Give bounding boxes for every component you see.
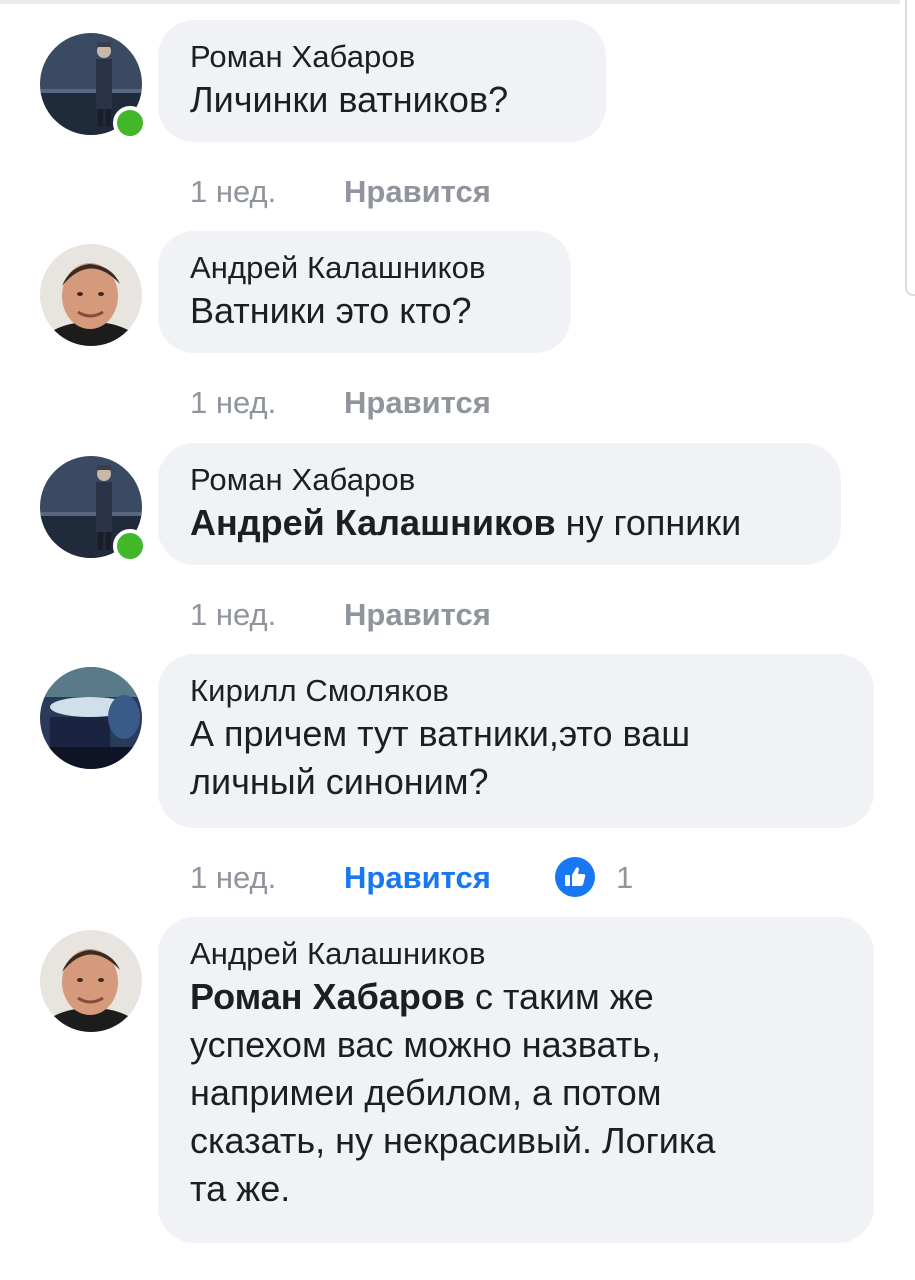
comment-bubble[interactable]: Роман Хабаров Андрей Калашников ну гопни… [158, 443, 841, 565]
top-divider [0, 0, 900, 4]
mention-link[interactable]: Андрей Калашников [190, 502, 556, 543]
avatar[interactable] [40, 244, 142, 346]
reaction-count[interactable]: 1 [616, 860, 633, 896]
like-button[interactable]: Нравится [344, 385, 491, 420]
comment-text: Ватники это кто? [190, 290, 472, 331]
online-status-indicator [113, 106, 147, 140]
comment-text-line: та же. [190, 1168, 291, 1209]
comment-meta: 1 нед. Нравится [190, 860, 491, 896]
comment-meta: 1 нед. Нравится [190, 597, 491, 633]
scrollbar-edge[interactable] [905, 0, 915, 296]
avatar[interactable] [40, 930, 142, 1032]
comment-bubble[interactable]: Андрей Калашников Ватники это кто? [158, 231, 571, 353]
mention-link[interactable]: Роман Хабаров [190, 976, 465, 1017]
comment-author[interactable]: Роман Хабаров [190, 38, 574, 76]
comment-text-line: сказать, ну некрасивый. Логика [190, 1120, 716, 1161]
comment-text-line: А причем тут ватники,это ваш [190, 713, 691, 754]
comment-author[interactable]: Роман Хабаров [190, 461, 809, 499]
comment-text: Личинки ватников? [190, 79, 509, 120]
comment-text-line: напримеи дебилом, а потом [190, 1072, 662, 1113]
comment-text-line: Роман Хабаров с таким же [190, 976, 654, 1017]
like-button[interactable]: Нравится [344, 597, 491, 632]
comment-text-line: личный синоним? [190, 761, 489, 802]
comment-text-line: успехом вас можно назвать, [190, 1024, 661, 1065]
comment-author[interactable]: Андрей Калашников [190, 935, 842, 973]
comment-timestamp[interactable]: 1 нед. [190, 597, 344, 633]
comment-timestamp[interactable]: 1 нед. [190, 174, 344, 210]
online-status-indicator [113, 529, 147, 563]
comment-author[interactable]: Кирилл Смоляков [190, 672, 842, 710]
comment-text: Андрей Калашников ну гопники [190, 502, 742, 543]
like-thumb-icon[interactable] [555, 857, 595, 897]
comment-timestamp[interactable]: 1 нед. [190, 860, 344, 896]
comment-author[interactable]: Андрей Калашников [190, 249, 539, 287]
comment-bubble[interactable]: Роман Хабаров Личинки ватников? [158, 20, 606, 142]
comment-meta: 1 нед. Нравится [190, 385, 491, 421]
comment-bubble[interactable]: Андрей Калашников Роман Хабаров с таким … [158, 917, 874, 1243]
like-button[interactable]: Нравится [344, 860, 491, 895]
like-button[interactable]: Нравится [344, 174, 491, 209]
avatar[interactable] [40, 667, 142, 769]
comment-meta: 1 нед. Нравится [190, 174, 491, 210]
comment-timestamp[interactable]: 1 нед. [190, 385, 344, 421]
comment-bubble[interactable]: Кирилл Смоляков А причем тут ватники,это… [158, 654, 874, 828]
